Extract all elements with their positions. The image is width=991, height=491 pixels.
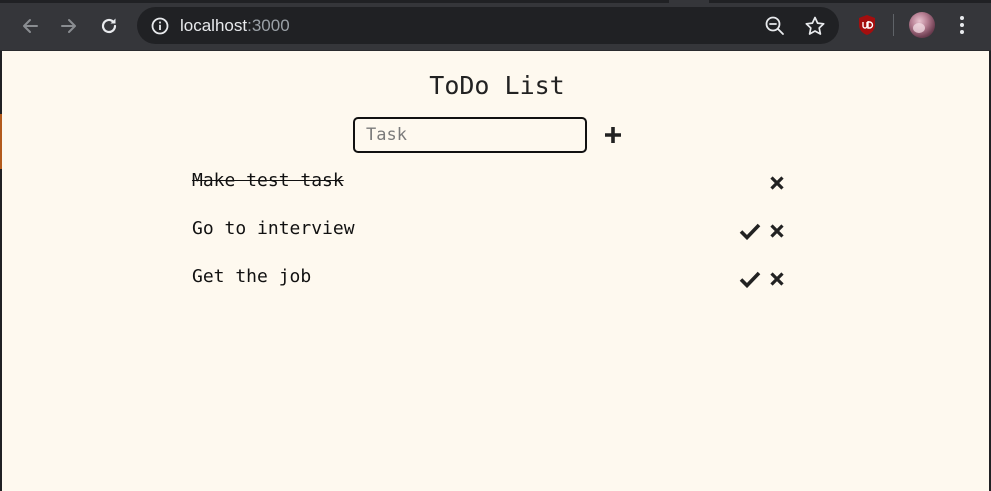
- back-arrow-icon: [23, 19, 38, 33]
- close-icon: [770, 272, 784, 286]
- zoom-button[interactable]: [763, 14, 787, 38]
- delete-task-button[interactable]: [766, 268, 788, 290]
- address-bar[interactable]: localhost:3000: [137, 7, 839, 44]
- info-icon[interactable]: [150, 16, 170, 36]
- back-button[interactable]: [14, 10, 46, 42]
- ublock-extension-button[interactable]: [855, 13, 879, 37]
- page-title: ToDo List: [429, 71, 565, 100]
- delete-task-button[interactable]: [766, 172, 788, 194]
- star-icon: [805, 16, 825, 35]
- todo-text: Make test task: [192, 170, 344, 191]
- url-host: localhost: [180, 16, 248, 35]
- kebab-menu-icon[interactable]: [950, 13, 974, 37]
- zoom-out-icon: [765, 16, 784, 35]
- delete-task-button[interactable]: [766, 220, 788, 242]
- complete-task-button[interactable]: [739, 220, 761, 242]
- check-icon: [739, 271, 761, 288]
- close-icon: [770, 224, 784, 238]
- reload-icon: [101, 18, 117, 34]
- forward-arrow-icon: [61, 19, 76, 33]
- reload-button[interactable]: [93, 10, 125, 42]
- todo-text: Go to interview: [192, 218, 355, 239]
- task-input[interactable]: [353, 117, 587, 153]
- todo-item: Make test task: [192, 164, 788, 212]
- todo-item: Go to interview: [192, 212, 788, 260]
- browser-toolbar: localhost:3000: [0, 0, 991, 51]
- tab-strip: [0, 0, 991, 3]
- add-task-button[interactable]: [602, 124, 624, 146]
- forward-button[interactable]: [53, 10, 85, 42]
- bookmark-button[interactable]: [803, 14, 827, 38]
- todo-text: Get the job: [192, 266, 312, 287]
- todo-list: Make test task Go to interview Get the j…: [192, 164, 788, 308]
- url-port: :3000: [247, 16, 290, 35]
- todo-item: Get the job: [192, 260, 788, 308]
- close-icon: [770, 176, 784, 190]
- url-text[interactable]: localhost:3000: [180, 16, 290, 36]
- complete-task-button[interactable]: [739, 268, 761, 290]
- toolbar-separator: [893, 14, 894, 36]
- ublock-icon: [859, 15, 875, 35]
- check-icon: [739, 223, 761, 240]
- plus-icon: [605, 127, 621, 143]
- page-viewport: ToDo List Make test task Go to interview: [2, 51, 989, 491]
- avatar[interactable]: [909, 12, 935, 38]
